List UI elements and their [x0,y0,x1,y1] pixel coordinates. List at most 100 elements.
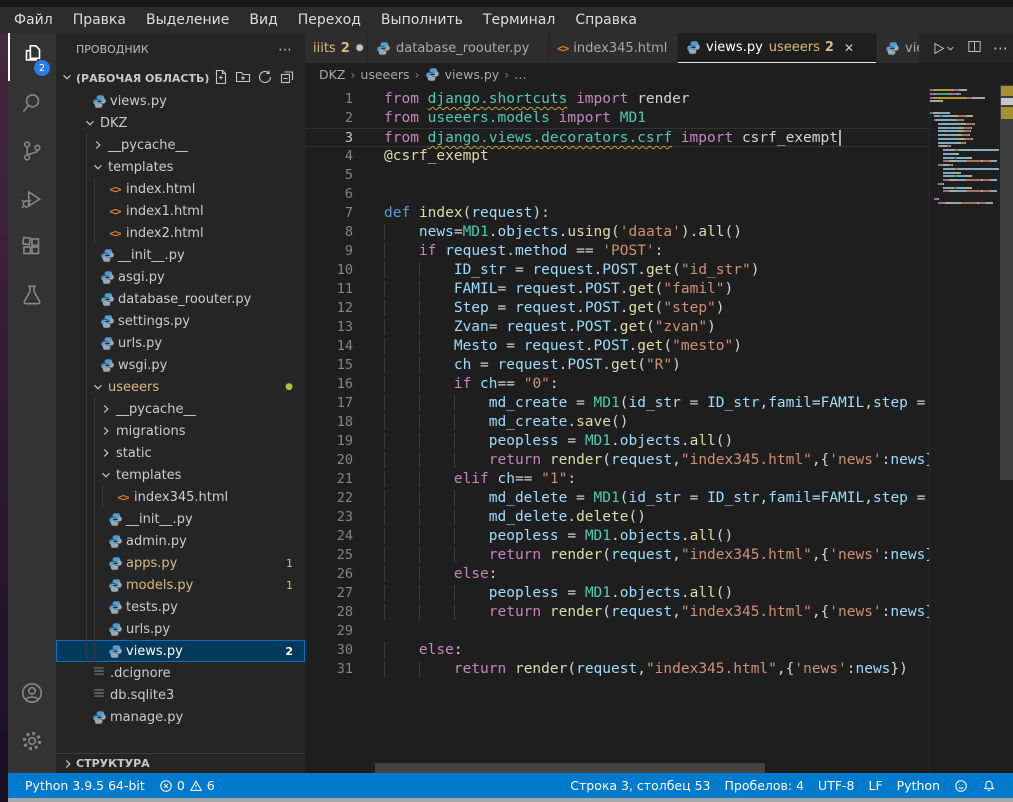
tree-item-templates[interactable]: templates [56,156,305,178]
tab-index345.html[interactable]: <>index345.html [549,33,677,63]
encoding-status[interactable]: UTF-8 [811,778,861,793]
tree-item-urls.py[interactable]: urls.py [56,332,305,354]
problems-status[interactable]: 0 6 [152,778,222,793]
menu-выделение[interactable]: Выделение [136,7,239,33]
cursor-position-status[interactable]: Строка 3, столбец 53 [563,778,717,793]
horizontal-scrollbar-thumb[interactable] [375,763,765,773]
python-interpreter-status[interactable]: Python 3.9.5 64-bit [18,778,152,793]
testing-activity-button[interactable] [8,273,56,321]
close-icon[interactable]: ✕ [844,41,854,55]
code-line-22[interactable]: 22 md_delete = MD1(id_str = ID_str,famil… [305,489,930,508]
indentation-status[interactable]: Пробелов: 4 [718,778,812,793]
tree-item-database_roouter.py[interactable]: database_roouter.py [56,288,305,310]
vertical-scrollbar[interactable] [1000,85,1013,763]
menu-справка[interactable]: Справка [565,7,647,33]
code-line-26[interactable]: 26 else: [305,565,930,584]
code-line-8[interactable]: 8 news=MD1.objects.using('daata').all() [305,223,930,242]
code-line-30[interactable]: 30 else: [305,641,930,660]
code-line-17[interactable]: 17 md_create = MD1(id_str = ID_str,famil… [305,394,930,413]
code-line-16[interactable]: 16 if ch== "0": [305,375,930,394]
code-line-6[interactable]: 6 [305,185,930,204]
code-line-28[interactable]: 28 return render(request,"index345.html"… [305,603,930,622]
code-line-19[interactable]: 19 peopless = MD1.objects.all() [305,432,930,451]
code-line-15[interactable]: 15 ch = request.POST.get("R") [305,356,930,375]
tab-vie[interactable]: vie [877,33,919,63]
outline-section-header[interactable]: СТРУКТУРА [56,753,305,773]
collapse-all-button[interactable] [279,69,295,88]
new-file-button[interactable] [213,69,229,88]
tree-item-wsgi.py[interactable]: wsgi.py [56,354,305,376]
code-line-10[interactable]: 10 ID_str = request.POST.get("id_str") [305,261,930,280]
account-button[interactable] [8,671,56,719]
eol-status[interactable]: LF [862,778,890,793]
code-line-24[interactable]: 24 peopless = MD1.objects.all() [305,527,930,546]
tree-item-asgi.py[interactable]: asgi.py [56,266,305,288]
code-line-9[interactable]: 9 if request.method == 'POST': [305,242,930,261]
explorer-activity-button[interactable]: 2 [8,33,56,81]
code-line-2[interactable]: 2from useeers.models import MD1 [305,109,930,128]
code-editor[interactable]: 1from django.shortcuts import render2fro… [305,85,1013,773]
breadcrumb-item[interactable]: … [514,67,527,82]
menu-вид[interactable]: Вид [239,7,287,33]
split-editor-button[interactable] [966,38,983,59]
new-folder-button[interactable] [235,69,251,88]
language-mode-status[interactable]: Python [890,778,947,793]
code-line-12[interactable]: 12 Step = request.POST.get("step") [305,299,930,318]
menu-выполнить[interactable]: Выполнить [371,7,473,33]
explorer-more-actions-button[interactable]: ⋯ [278,42,293,58]
tab-database_roouter.py[interactable]: database_roouter.py [368,33,548,63]
tree-item-__init__.py[interactable]: __init__.py [56,244,305,266]
run-debug-activity-button[interactable] [8,177,56,225]
tree-item-views.py[interactable]: views.py [56,90,305,112]
tree-item-settings.py[interactable]: settings.py [56,310,305,332]
tree-item-DKZ[interactable]: DKZ [56,112,305,134]
tree-item-__pycache__[interactable]: __pycache__ [56,134,305,156]
horizontal-scrollbar[interactable] [305,763,930,773]
bell-icon[interactable] [975,779,1003,793]
tab-iiits[interactable]: iiits2● [305,33,367,63]
menu-правка[interactable]: Правка [63,7,136,33]
tree-item-.dcignore[interactable]: .dcignore [56,662,305,684]
code-line-18[interactable]: 18 md_create.save() [305,413,930,432]
code-line-4[interactable]: 4@csrf_exempt [305,147,930,166]
code-line-5[interactable]: 5 [305,166,930,185]
code-line-13[interactable]: 13 Zvan= request.POST.get("zvan") [305,318,930,337]
vertical-scrollbar-thumb[interactable] [1000,85,1013,480]
run-button[interactable] [930,40,956,57]
menu-переход[interactable]: Переход [288,7,371,33]
code-line-1[interactable]: 1from django.shortcuts import render [305,90,930,109]
tree-item-manage.py[interactable]: manage.py [56,706,305,728]
feedback-icon[interactable] [947,779,975,793]
debug-icon [19,186,45,216]
code-line-14[interactable]: 14 Mesto = request.POST.get("mesto") [305,337,930,356]
search-activity-button[interactable] [8,81,56,129]
tree-item-useeers[interactable]: useeers● [56,376,305,398]
code-line-25[interactable]: 25 return render(request,"index345.html"… [305,546,930,565]
breadcrumb-item[interactable]: useeers [360,67,409,82]
breadcrumb-item[interactable]: DKZ [319,67,345,82]
code-line-21[interactable]: 21 elif ch== "1": [305,470,930,489]
problem-count-badge: 1 [286,557,305,570]
python-file-icon [106,534,124,549]
code-line-20[interactable]: 20 return render(request,"index345.html"… [305,451,930,470]
code-line-7[interactable]: 7def index(request): [305,204,930,223]
extensions-activity-button[interactable] [8,225,56,273]
menu-терминал[interactable]: Терминал [473,7,565,33]
workspace-section-header[interactable]: (РАБОЧАЯ ОБЛАСТЬ) ... [56,66,305,90]
settings-button[interactable] [8,719,56,767]
code-line-3[interactable]: 3from django.views.decorators.csrf impor… [305,128,930,147]
code-line-27[interactable]: 27 peopless = MD1.objects.all() [305,584,930,603]
line-number: 25 [305,546,353,565]
menu-файл[interactable]: Файл [4,7,63,33]
tree-item-db.sqlite3[interactable]: db.sqlite3 [56,684,305,706]
breadcrumb-item[interactable]: views.py [445,67,500,82]
code-line-31[interactable]: 31 return render(request,"index345.html"… [305,660,930,679]
code-line-23[interactable]: 23 md_delete.delete() [305,508,930,527]
refresh-button[interactable] [257,69,273,88]
more-actions-icon[interactable]: ⋯ [993,39,1009,57]
tab-views.py[interactable]: views.pyuseeers2✕ [678,33,876,63]
source-control-activity-button[interactable] [8,129,56,177]
code-line-11[interactable]: 11 FAMIL= request.POST.get("famil") [305,280,930,299]
code-line-29[interactable]: 29 [305,622,930,641]
minimap[interactable] [930,89,1000,205]
